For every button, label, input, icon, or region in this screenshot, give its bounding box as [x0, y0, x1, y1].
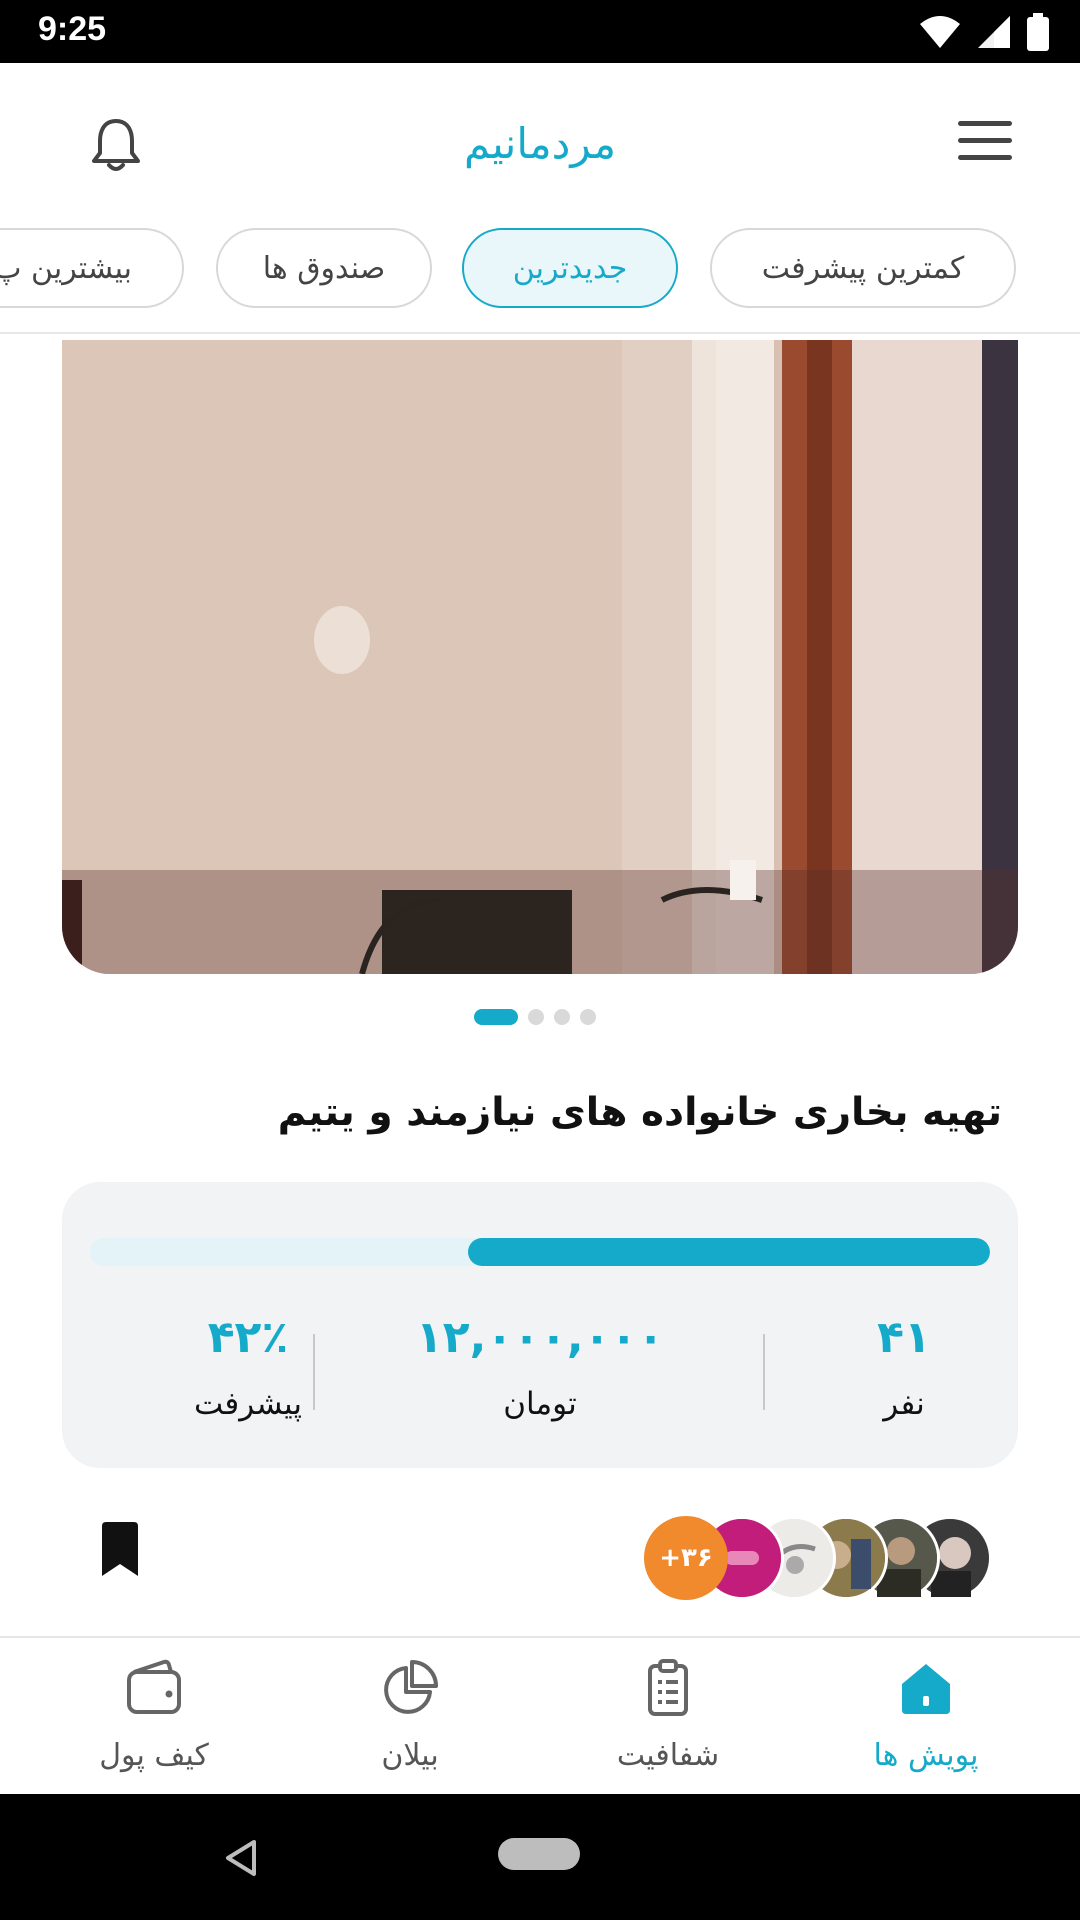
- pie-chart-icon: [384, 1660, 438, 1714]
- nav-transparency-label: شفافیت: [616, 1738, 720, 1773]
- home-pill[interactable]: [498, 1838, 580, 1870]
- nav-wallet-label: کیف پول: [99, 1738, 209, 1773]
- signal-icon: [978, 16, 1010, 48]
- chip-newest[interactable]: جدیدترین: [462, 228, 678, 308]
- amount-value: ۱۲,۰۰۰,۰۰۰: [415, 1312, 665, 1363]
- percent-value: ۴۲٪: [207, 1312, 289, 1363]
- wifi-icon: [920, 16, 960, 48]
- carousel-indicator: [0, 1004, 1080, 1030]
- bell-icon[interactable]: [90, 115, 142, 173]
- nav-wallet[interactable]: کیف پول: [54, 1658, 254, 1788]
- system-nav-bar: [0, 1794, 1080, 1920]
- status-time: 9:25: [38, 10, 107, 48]
- stat-people: ۴۱ نفر: [774, 1312, 1034, 1422]
- carousel-dot-3[interactable]: [554, 1009, 570, 1025]
- clipboard-icon: [648, 1659, 688, 1716]
- chip-most-progress[interactable]: بیشترین پ: [0, 228, 184, 308]
- campaign-title[interactable]: تهیه بخاری خانواده های نیازمند و یتیم: [102, 1090, 1002, 1135]
- status-bar: 9:25: [0, 0, 1080, 63]
- campaign-stats-card: ۴۱ نفر ۱۲,۰۰۰,۰۰۰ تومان ۴۲٪ پیشرفت: [62, 1182, 1018, 1468]
- people-count: ۴۱: [877, 1312, 931, 1363]
- nav-campaigns-label: پویش ها: [873, 1738, 979, 1773]
- chip-funds[interactable]: صندوق ها: [216, 228, 432, 308]
- bottom-nav: کیف پول بیلان شفافیت پویش ها: [0, 1636, 1080, 1794]
- nav-balance-label: بیلان: [381, 1738, 439, 1773]
- stat-divider: [763, 1334, 765, 1410]
- wallet-icon: [127, 1659, 181, 1714]
- nav-campaigns[interactable]: پویش ها: [826, 1658, 1026, 1788]
- donor-avatars[interactable]: +۳۶: [640, 1516, 992, 1600]
- app-logo: مردمانیم: [464, 118, 616, 168]
- status-icons: [918, 12, 1050, 52]
- app-header: مردمانیم: [0, 63, 1080, 223]
- stat-amount: ۱۲,۰۰۰,۰۰۰ تومان: [410, 1312, 670, 1422]
- amount-label: تومان: [503, 1386, 577, 1422]
- bookmark-icon[interactable]: [98, 1522, 142, 1578]
- filter-chips: کمترین پیشرفت جدیدترین صندوق ها بیشترین …: [0, 226, 1080, 334]
- carousel-dot-4[interactable]: [580, 1009, 596, 1025]
- progress-fill: [468, 1238, 990, 1266]
- percent-label: پیشرفت: [193, 1386, 302, 1422]
- back-icon[interactable]: [222, 1838, 258, 1878]
- donors-more-badge: +۳۶: [644, 1516, 728, 1600]
- carousel-dot-1[interactable]: [474, 1009, 518, 1025]
- campaign-image[interactable]: [62, 340, 1018, 974]
- carousel-dot-2[interactable]: [528, 1009, 544, 1025]
- menu-icon[interactable]: [958, 119, 1012, 163]
- people-label: نفر: [883, 1386, 925, 1422]
- campaign-photo: [62, 340, 1018, 974]
- nav-balance[interactable]: بیلان: [310, 1658, 510, 1788]
- home-icon: [902, 1664, 950, 1714]
- chip-least-progress[interactable]: کمترین پیشرفت: [710, 228, 1016, 308]
- progress-bar: [90, 1238, 990, 1266]
- stat-percent: ۴۲٪ پیشرفت: [118, 1312, 378, 1422]
- nav-transparency[interactable]: شفافیت: [568, 1658, 768, 1788]
- battery-icon: [1027, 13, 1049, 51]
